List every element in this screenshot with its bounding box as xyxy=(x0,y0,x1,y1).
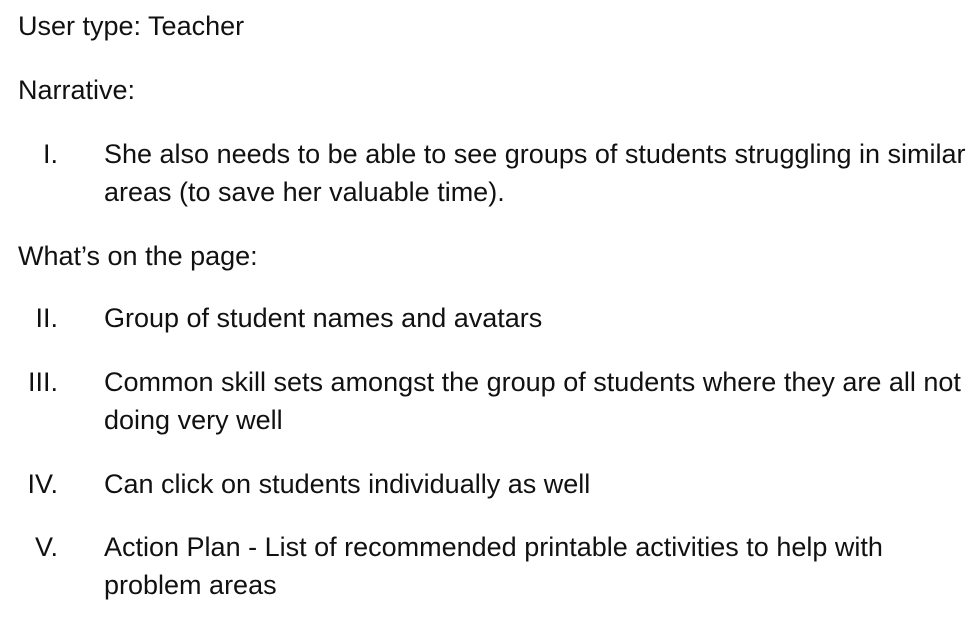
list-item-text: Can click on students individually as we… xyxy=(104,469,591,499)
list-item-numeral: IV. xyxy=(27,469,58,499)
list-item-text: Action Plan - List of recommended printa… xyxy=(104,532,883,600)
list-item-numeral: I. xyxy=(42,139,58,169)
list-item-text: She also needs to be able to see groups … xyxy=(104,139,966,207)
list-item-text: Group of student names and avatars xyxy=(104,303,543,333)
list-item-text: Common skill sets amongst the group of s… xyxy=(104,367,961,435)
user-type-line: User type: Teacher xyxy=(18,11,245,41)
list-item-numeral: III. xyxy=(27,367,58,397)
narrative-heading: Narrative: xyxy=(18,75,136,105)
list-item-numeral: II. xyxy=(35,303,58,333)
page-contents-heading: What’s on the page: xyxy=(18,241,258,271)
list-item-numeral: V. xyxy=(34,532,58,562)
document-body: User type: Teacher Narrative: I. She als… xyxy=(0,0,980,622)
